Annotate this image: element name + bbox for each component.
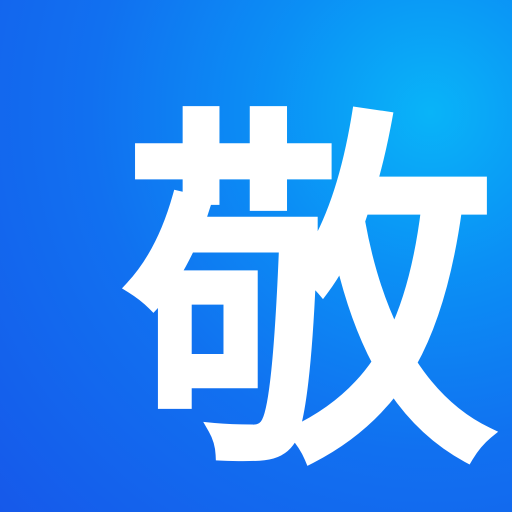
icon-character: 敬 <box>122 76 498 512</box>
app-icon: 敬 <box>0 0 512 512</box>
